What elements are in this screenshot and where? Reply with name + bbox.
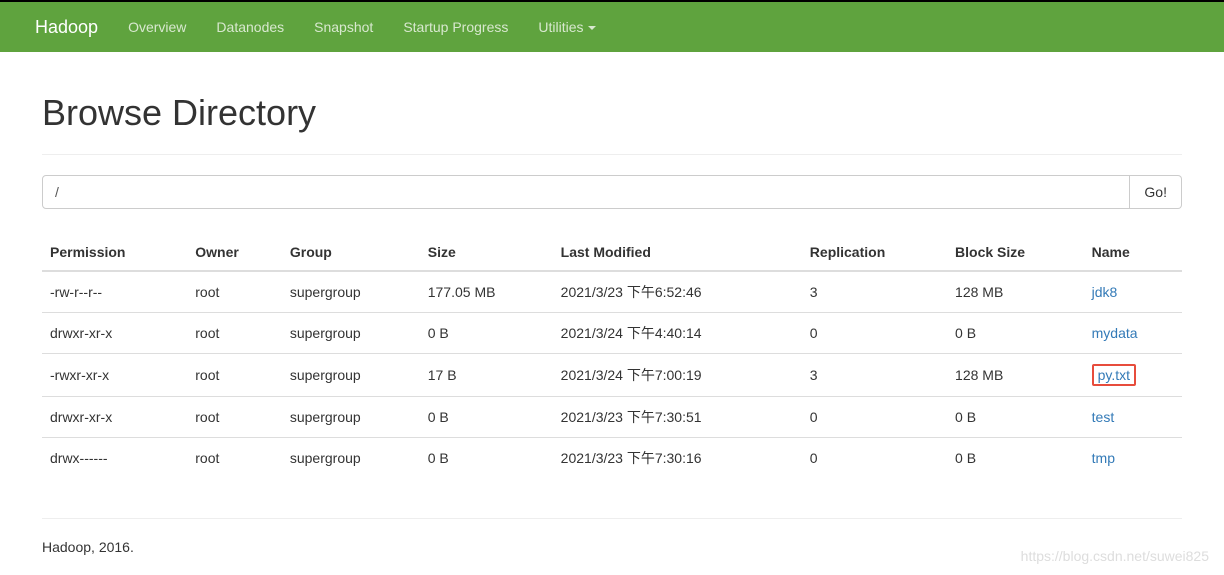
th-last-modified: Last Modified (553, 234, 802, 271)
footer-text: Hadoop, 2016. (42, 539, 1182, 575)
path-input[interactable] (42, 175, 1130, 209)
cell-name: py.txt (1084, 354, 1182, 397)
file-link[interactable]: jdk8 (1092, 284, 1118, 300)
go-button[interactable]: Go! (1130, 175, 1182, 209)
cell-permission: -rwxr-xr-x (42, 354, 187, 397)
chevron-down-icon (588, 26, 596, 30)
cell-group: supergroup (282, 438, 420, 479)
cell-block_size: 128 MB (947, 354, 1084, 397)
cell-owner: root (187, 271, 282, 313)
cell-name: mydata (1084, 313, 1182, 354)
cell-permission: drwxr-xr-x (42, 397, 187, 438)
nav-datanodes[interactable]: Datanodes (201, 19, 299, 35)
cell-owner: root (187, 397, 282, 438)
directory-table: Permission Owner Group Size Last Modifie… (42, 234, 1182, 478)
cell-permission: drwxr-xr-x (42, 313, 187, 354)
cell-replication: 0 (802, 438, 947, 479)
cell-name: jdk8 (1084, 271, 1182, 313)
divider (42, 518, 1182, 519)
cell-modified: 2021/3/23 下午7:30:51 (553, 397, 802, 438)
cell-replication: 3 (802, 271, 947, 313)
page-title: Browse Directory (42, 92, 1182, 134)
cell-group: supergroup (282, 354, 420, 397)
cell-permission: drwx------ (42, 438, 187, 479)
cell-name: test (1084, 397, 1182, 438)
cell-replication: 3 (802, 354, 947, 397)
navbar-brand[interactable]: Hadoop (20, 17, 113, 38)
cell-size: 177.05 MB (420, 271, 553, 313)
cell-block_size: 0 B (947, 313, 1084, 354)
th-size: Size (420, 234, 553, 271)
cell-modified: 2021/3/24 下午7:00:19 (553, 354, 802, 397)
file-link[interactable]: py.txt (1098, 367, 1130, 383)
nav-utilities-label: Utilities (538, 19, 583, 35)
file-link[interactable]: tmp (1092, 450, 1115, 466)
cell-size: 0 B (420, 438, 553, 479)
cell-group: supergroup (282, 271, 420, 313)
cell-replication: 0 (802, 313, 947, 354)
file-link[interactable]: test (1092, 409, 1115, 425)
table-row: -rw-r--r--rootsupergroup177.05 MB2021/3/… (42, 271, 1182, 313)
cell-owner: root (187, 438, 282, 479)
cell-block_size: 128 MB (947, 271, 1084, 313)
cell-size: 0 B (420, 397, 553, 438)
th-owner: Owner (187, 234, 282, 271)
highlight-box: py.txt (1092, 364, 1136, 386)
cell-owner: root (187, 354, 282, 397)
path-input-row: Go! (42, 175, 1182, 209)
table-row: drwx------rootsupergroup0 B2021/3/23 下午7… (42, 438, 1182, 479)
nav-overview[interactable]: Overview (113, 19, 201, 35)
cell-modified: 2021/3/23 下午7:30:16 (553, 438, 802, 479)
cell-group: supergroup (282, 313, 420, 354)
table-row: -rwxr-xr-xrootsupergroup17 B2021/3/24 下午… (42, 354, 1182, 397)
cell-group: supergroup (282, 397, 420, 438)
th-name: Name (1084, 234, 1182, 271)
table-header-row: Permission Owner Group Size Last Modifie… (42, 234, 1182, 271)
nav-snapshot[interactable]: Snapshot (299, 19, 388, 35)
cell-modified: 2021/3/24 下午4:40:14 (553, 313, 802, 354)
cell-owner: root (187, 313, 282, 354)
divider (42, 154, 1182, 155)
cell-modified: 2021/3/23 下午6:52:46 (553, 271, 802, 313)
th-block-size: Block Size (947, 234, 1084, 271)
cell-size: 0 B (420, 313, 553, 354)
nav-utilities[interactable]: Utilities (523, 19, 610, 35)
file-link[interactable]: mydata (1092, 325, 1138, 341)
th-group: Group (282, 234, 420, 271)
cell-replication: 0 (802, 397, 947, 438)
cell-size: 17 B (420, 354, 553, 397)
cell-block_size: 0 B (947, 438, 1084, 479)
cell-permission: -rw-r--r-- (42, 271, 187, 313)
th-replication: Replication (802, 234, 947, 271)
table-row: drwxr-xr-xrootsupergroup0 B2021/3/24 下午4… (42, 313, 1182, 354)
th-permission: Permission (42, 234, 187, 271)
cell-name: tmp (1084, 438, 1182, 479)
nav-startup-progress[interactable]: Startup Progress (388, 19, 523, 35)
table-row: drwxr-xr-xrootsupergroup0 B2021/3/23 下午7… (42, 397, 1182, 438)
cell-block_size: 0 B (947, 397, 1084, 438)
navbar: Hadoop Overview Datanodes Snapshot Start… (0, 0, 1224, 52)
